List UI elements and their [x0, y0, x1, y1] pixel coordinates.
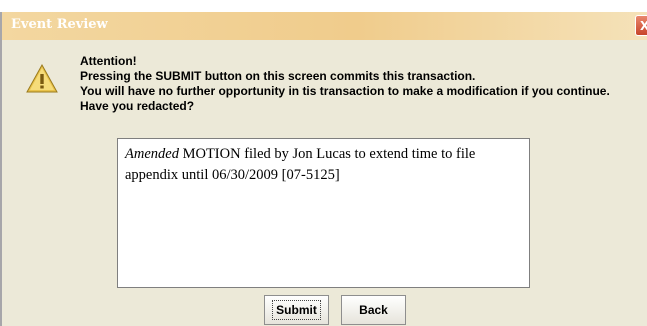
docket-text-area[interactable]: Amended MOTION filed by Jon Lucas to ext… [117, 138, 530, 288]
warning-triangle-icon [26, 64, 58, 93]
close-icon[interactable]: X [635, 15, 647, 36]
back-button[interactable]: Back [341, 295, 406, 325]
title-bar[interactable]: Event Review X [2, 12, 647, 40]
message-heading: Attention! [80, 54, 137, 68]
window-title: Event Review [11, 17, 108, 32]
submit-button[interactable]: Submit [264, 295, 329, 325]
message-line-1: Pressing the SUBMIT button on this scree… [80, 69, 476, 83]
event-review-dialog: Event Review X Attention! Pressing the S… [0, 12, 647, 326]
message-line-2: You will have no further opportunity in … [80, 84, 610, 98]
message-line-3: Have you redacted? [80, 99, 195, 113]
attention-message: Attention! Pressing the SUBMIT button on… [80, 54, 645, 114]
docket-text-italic-prefix: Amended [125, 146, 179, 162]
submit-button-label: Submit [272, 300, 321, 320]
